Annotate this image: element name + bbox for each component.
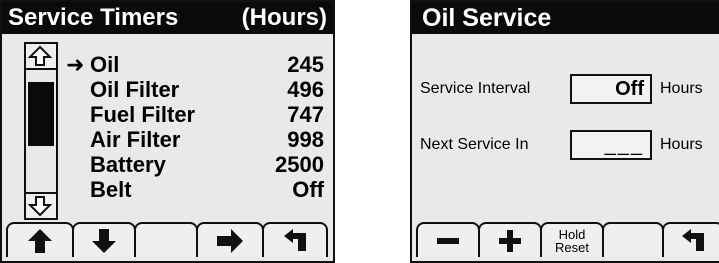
back-softkey[interactable] [262, 222, 328, 257]
item-value: 2500 [275, 152, 324, 177]
hold-reset-softkey[interactable]: Hold Reset [540, 222, 604, 257]
scroll-down-arrow-icon [27, 196, 53, 217]
arrow-down-icon [92, 228, 116, 253]
item-value: 998 [287, 127, 324, 152]
item-name: Oil [90, 52, 120, 77]
service-timer-list: ➜ Oil 245 Oil Filter 496 Fuel Filter 747… [62, 52, 330, 202]
blank-softkey[interactable] [602, 222, 664, 257]
reset-label: Reset [555, 239, 589, 255]
selection-arrow-icon: ➜ [66, 52, 85, 77]
unit-label: (Hours) [241, 4, 327, 31]
up-softkey[interactable] [6, 222, 74, 257]
item-value: 747 [287, 102, 324, 127]
item-name: Battery [90, 152, 166, 177]
scroll-up-button[interactable] [26, 44, 56, 70]
item-name: Fuel Filter [90, 102, 196, 127]
service-interval-unit: Hours [660, 80, 703, 97]
next-service-unit: Hours [660, 136, 703, 153]
item-value: Off [292, 177, 324, 202]
arrow-up-icon [28, 228, 52, 253]
list-item[interactable]: Belt Off [62, 177, 330, 202]
list-item[interactable]: Fuel Filter 747 [62, 102, 330, 127]
item-name: Belt [90, 177, 132, 202]
list-item[interactable]: Air Filter 998 [62, 127, 330, 152]
service-timers-screen: Service Timers (Hours) ➜ Oil 245 Oil Fil… [0, 0, 335, 263]
list-item[interactable]: ➜ Oil 245 [62, 52, 330, 77]
back-softkey[interactable] [662, 222, 719, 257]
scrollbar[interactable] [24, 42, 58, 220]
item-name: Oil Filter [90, 77, 180, 102]
scroll-down-button[interactable] [26, 192, 56, 218]
item-value: 496 [287, 77, 324, 102]
next-service-label: Next Service In [420, 136, 529, 153]
blank-softkey[interactable] [134, 222, 198, 257]
service-interval-label: Service Interval [420, 80, 531, 97]
plus-icon [499, 229, 521, 252]
scroll-thumb[interactable] [28, 82, 54, 146]
service-interval-field[interactable]: Off [570, 74, 652, 104]
hold-label: Hold [558, 226, 586, 242]
minus-icon [437, 237, 459, 244]
down-softkey[interactable] [72, 222, 136, 257]
back-icon [284, 228, 306, 251]
plus-softkey[interactable] [478, 222, 542, 257]
item-value: 245 [287, 52, 324, 77]
scroll-up-arrow-icon [27, 45, 53, 66]
back-icon [682, 228, 704, 251]
arrow-right-icon [217, 228, 243, 253]
oil-service-title-bar: Oil Service [412, 2, 719, 34]
oil-service-screen: Oil Service Service Interval Off Hours N… [410, 0, 719, 263]
next-service-field[interactable]: ___ [570, 130, 652, 160]
page-title: Service Timers [8, 4, 179, 31]
hold-reset-label: Hold Reset [555, 228, 589, 254]
right-softkey[interactable] [196, 222, 264, 257]
service-timers-title-bar: Service Timers (Hours) [2, 2, 333, 34]
item-name: Air Filter [90, 127, 181, 152]
softkey-bar [6, 222, 328, 257]
minus-softkey[interactable] [416, 222, 480, 257]
softkey-bar: Hold Reset [416, 222, 719, 257]
list-item[interactable]: Oil Filter 496 [62, 77, 330, 102]
page-title: Oil Service [422, 4, 552, 32]
list-item[interactable]: Battery 2500 [62, 152, 330, 177]
